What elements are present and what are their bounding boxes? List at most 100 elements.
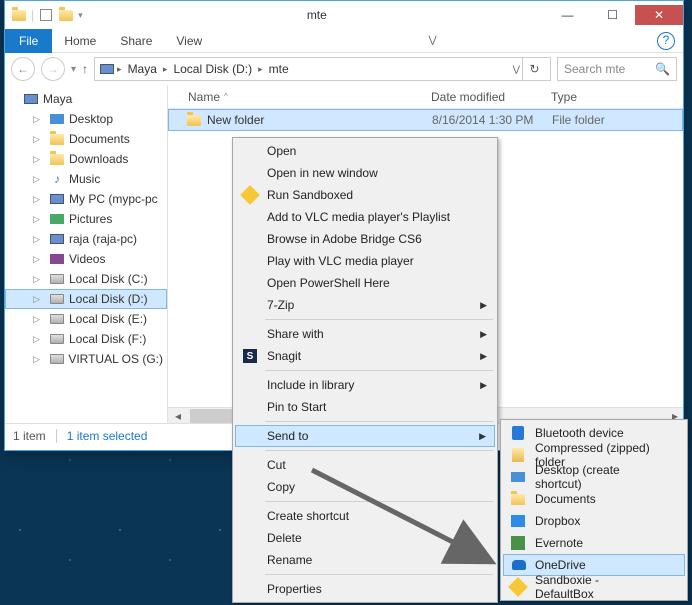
menu-include-in-library[interactable]: Include in library▶ [235,374,495,396]
help-button[interactable]: ? [657,32,675,50]
tree-item-label: My PC (mypc-pc [69,192,158,206]
sendto-sandboxie-defaultbox[interactable]: Sandboxie - DefaultBox [503,576,685,598]
chevron-right-icon[interactable]: ▸ [163,64,168,75]
expand-icon[interactable]: ▷ [33,174,45,185]
new-folder-icon[interactable] [58,7,74,23]
crumb-drive-d[interactable]: Local Disk (D:) [169,60,256,78]
tree-item-label: Videos [69,252,105,266]
tree-item-videos[interactable]: ▷ Videos [5,249,167,269]
expand-icon[interactable]: ▷ [33,194,45,205]
menu-7-zip[interactable]: 7-Zip▶ [235,294,495,316]
tree-item-pictures[interactable]: ▷Pictures [5,209,167,229]
videos-icon [49,251,65,267]
expand-icon[interactable]: ▷ [33,134,45,145]
tree-item-local-disk-c-[interactable]: ▷Local Disk (C:) [5,269,167,289]
menu-snagit[interactable]: SSnagit▶ [235,345,495,367]
submenu-arrow-icon: ▶ [480,380,487,391]
maximize-button[interactable]: ☐ [590,5,635,25]
expand-icon[interactable]: ▷ [33,294,45,305]
search-input[interactable]: Search mte 🔍 [557,57,677,81]
col-type[interactable]: Type [543,85,683,108]
pc-icon [23,91,39,107]
tree-item-desktop[interactable]: ▷Desktop [5,109,167,129]
tab-view[interactable]: View [164,29,214,53]
sandboxie-icon [241,186,259,204]
menu-open-powershell-here[interactable]: Open PowerShell Here [235,272,495,294]
minimize-button[interactable]: — [545,5,590,25]
expand-icon[interactable]: ▷ [33,354,45,365]
tree-item-my-pc-mypc-pc[interactable]: ▷ My PC (mypc-pc [5,189,167,209]
expand-icon[interactable]: ▷ [33,254,45,265]
sendto-evernote[interactable]: Evernote [503,532,685,554]
crumb-mte[interactable]: mte [265,60,293,78]
refresh-button[interactable]: ↻ [522,58,546,80]
menu-add-to-vlc-media-player-s-playlist[interactable]: Add to VLC media player's Playlist [235,206,495,228]
breadcrumb[interactable]: ▸ Maya ▸ Local Disk (D:) ▸ mte ⋁ ↻ [94,57,551,81]
tree-item-local-disk-d-[interactable]: ▷Local Disk (D:) [5,289,167,309]
tree-item-virtual-os-g-[interactable]: ▷VIRTUAL OS (G:) [5,349,167,369]
tab-home[interactable]: Home [52,29,108,53]
sendto-dropbox[interactable]: Dropbox [503,510,685,532]
properties-icon[interactable] [38,7,54,23]
expand-icon[interactable]: ▷ [33,114,45,125]
tab-share[interactable]: Share [108,29,164,53]
menu-send-to[interactable]: Send to▶ [235,425,495,447]
menu-play-with-vlc-media-player[interactable]: Play with VLC media player [235,250,495,272]
menu-open-in-new-window[interactable]: Open in new window [235,162,495,184]
tree-item-raja-raja-pc-[interactable]: ▷raja (raja-pc) [5,229,167,249]
file-tab[interactable]: File [5,29,52,53]
menu-run-sandboxed[interactable]: Run Sandboxed [235,184,495,206]
item-count: 1 item [13,429,46,443]
chevron-right-icon[interactable]: ▸ [258,64,263,75]
address-dropdown-icon[interactable]: ⋁ [513,64,520,75]
back-button[interactable]: ← [11,57,35,81]
drive-icon [49,311,65,327]
menu-properties[interactable]: Properties [235,578,495,600]
tree-item-local-disk-e-[interactable]: ▷Local Disk (E:) [5,309,167,329]
expand-icon[interactable]: ▷ [33,214,45,225]
menu-label: Run Sandboxed [267,188,353,202]
scroll-left-icon[interactable]: ◂ [170,409,186,423]
menu-copy[interactable]: Copy [235,476,495,498]
expand-icon[interactable]: ▷ [33,274,45,285]
tree-root-maya[interactable]: Maya [5,89,167,109]
tree-item-music[interactable]: ▷♪Music [5,169,167,189]
menu-share-with[interactable]: Share with▶ [235,323,495,345]
forward-button[interactable]: → [41,57,65,81]
menu-label: Bluetooth device [535,426,624,440]
col-date[interactable]: Date modified [423,85,543,108]
tree-item-downloads[interactable]: ▷Downloads [5,149,167,169]
menu-pin-to-start[interactable]: Pin to Start [235,396,495,418]
ribbon-expand-icon[interactable]: ⋁ [428,35,436,46]
menu-create-shortcut[interactable]: Create shortcut [235,505,495,527]
expand-icon[interactable]: ▷ [33,314,45,325]
bluetooth-icon [509,424,527,442]
tree-item-documents[interactable]: ▷Documents [5,129,167,149]
up-button[interactable]: ↑ [82,62,88,76]
menu-cut[interactable]: Cut [235,454,495,476]
menu-browse-in-adobe-bridge-cs6[interactable]: Browse in Adobe Bridge CS6 [235,228,495,250]
tree-root-label: Maya [43,92,72,106]
crumb-maya[interactable]: Maya [124,60,161,78]
expand-icon[interactable]: ▷ [33,154,45,165]
status-divider [56,429,57,443]
tree-item-local-disk-f-[interactable]: ▷ Local Disk (F:) [5,329,167,349]
drive-icon [49,331,65,347]
table-row[interactable]: New folder8/16/2014 1:30 PMFile folder [168,109,683,131]
sendto-documents[interactable]: Documents [503,488,685,510]
menu-separator [265,370,493,371]
tree-item-label: Local Disk (F:) [69,332,146,346]
close-button[interactable]: ✕ [635,5,683,25]
col-name[interactable]: Name^ [168,85,423,108]
menu-rename[interactable]: Rename [235,549,495,571]
menu-separator [265,421,493,422]
chevron-right-icon[interactable]: ▸ [117,64,122,75]
expand-icon[interactable]: ▷ [33,334,45,345]
recent-dropdown-icon[interactable]: ▾ [71,64,76,75]
menu-label: 7-Zip [267,298,294,312]
menu-delete[interactable]: Delete [235,527,495,549]
qat-dropdown-icon[interactable]: ▾ [78,10,83,21]
sendto-desktop-create-shortcut-[interactable]: Desktop (create shortcut) [503,466,685,488]
menu-open[interactable]: Open [235,140,495,162]
expand-icon[interactable]: ▷ [33,234,45,245]
